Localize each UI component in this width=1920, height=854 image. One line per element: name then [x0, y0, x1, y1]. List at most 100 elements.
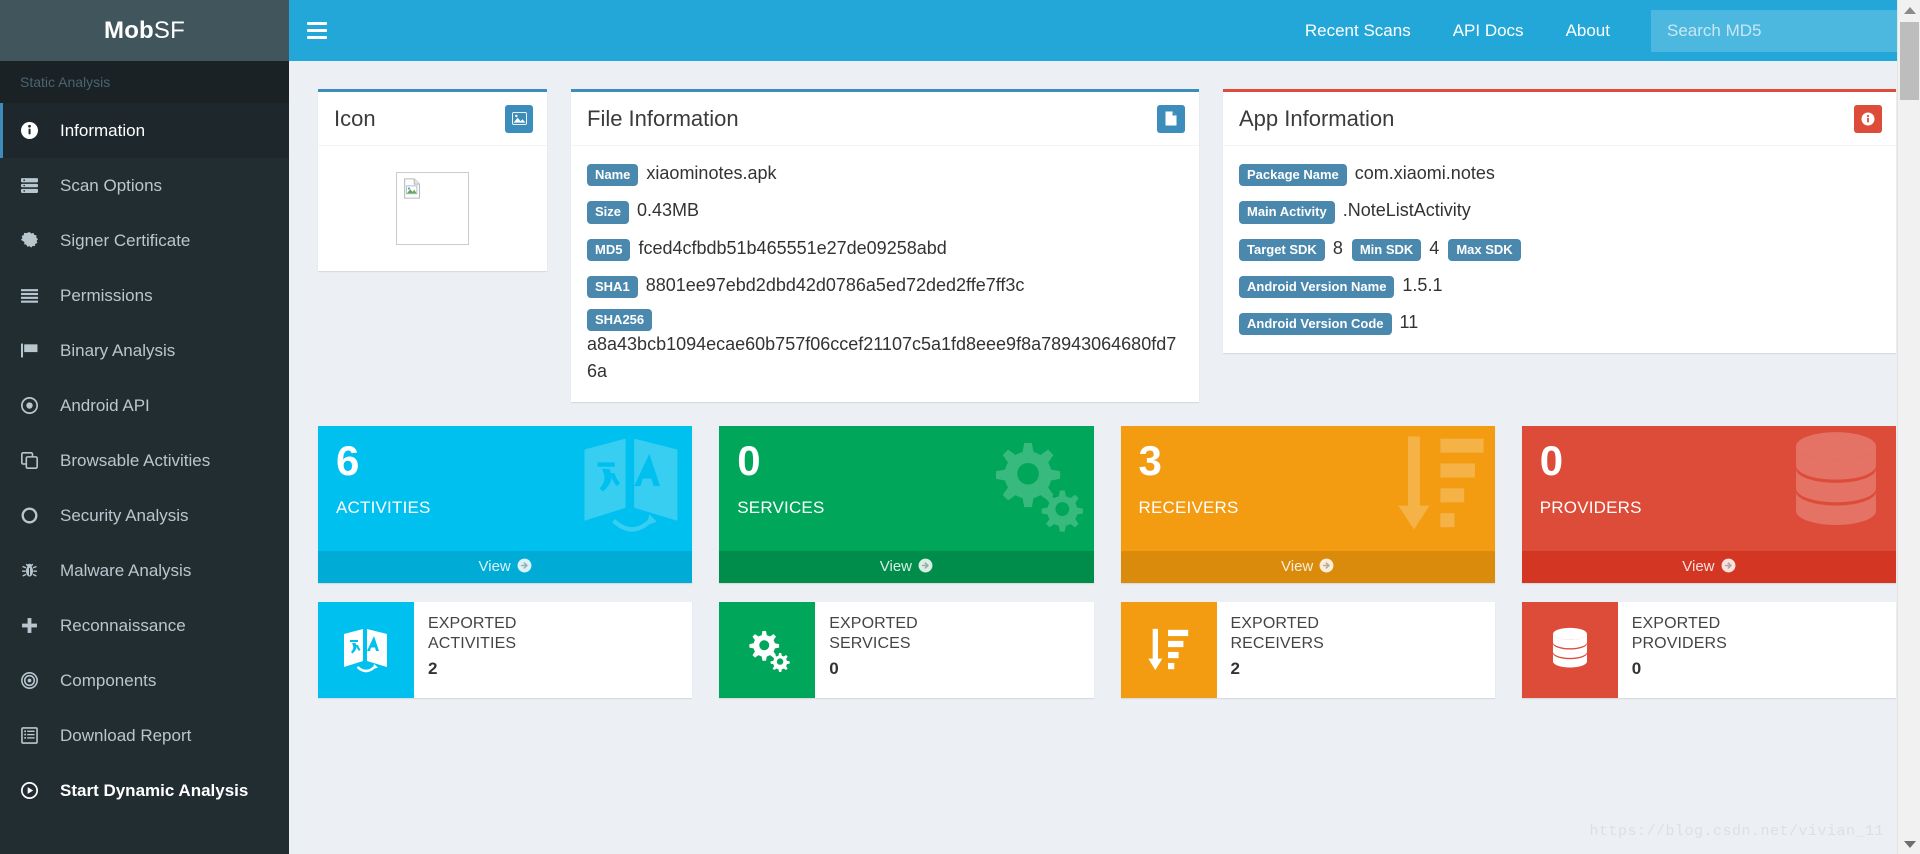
- exported-tile-line2: SERVICES: [829, 635, 911, 653]
- exported-tile-services[interactable]: EXPORTED SERVICES 0: [719, 601, 1094, 698]
- stat-tile-view-link[interactable]: View: [318, 550, 693, 583]
- flag-icon: [21, 342, 47, 359]
- topnav-link-recent-scans[interactable]: Recent Scans: [1284, 0, 1432, 61]
- stat-tile-view-link[interactable]: View: [1120, 550, 1495, 583]
- file-info-tag: SHA256: [587, 309, 653, 332]
- sidebar-item-components[interactable]: Components: [0, 653, 289, 708]
- image-icon: [505, 104, 533, 133]
- stat-tile-view-link[interactable]: View: [1521, 550, 1896, 583]
- app-info-value: com.xiaomi.notes: [1354, 163, 1495, 183]
- brand-bold: Mob: [104, 16, 154, 44]
- exported-tile-line2: RECEIVERS: [1230, 635, 1324, 653]
- sidebar-item-malware-analysis[interactable]: Malware Analysis: [0, 543, 289, 598]
- search-wrapper: [1651, 9, 1902, 52]
- sidebar-item-label: Browsable Activities: [60, 450, 211, 470]
- sidebar-item-label: Android API: [60, 395, 150, 415]
- exported-tile-number: 0: [829, 658, 839, 678]
- file-card-header: File Information: [571, 92, 1199, 146]
- sidebar-item-binary-analysis[interactable]: Binary Analysis: [0, 323, 289, 378]
- stat-tile-body: 0 PROVIDERS: [1522, 426, 1896, 551]
- sidebar-item-reconnaissance[interactable]: Reconnaissance: [0, 598, 289, 653]
- stat-tile-providers[interactable]: 0 PROVIDERS View: [1521, 425, 1896, 583]
- menu-toggle-icon[interactable]: [289, 0, 341, 61]
- exported-tile-line1: EXPORTED: [428, 614, 517, 632]
- top-nav-links: Recent Scans API Docs About: [1284, 0, 1631, 61]
- stat-tile-label: RECEIVERS: [1138, 497, 1239, 517]
- app-info-row: Main Activity .NoteListActivity: [1239, 197, 1880, 224]
- exported-tile-receivers[interactable]: EXPORTED RECEIVERS 2: [1120, 601, 1495, 698]
- sidebar-item-download-report[interactable]: Download Report: [0, 708, 289, 763]
- play-circle-icon: [21, 782, 47, 799]
- exported-tile-number: 0: [1631, 658, 1642, 678]
- server-icon: [21, 177, 47, 194]
- app-information-card: App Information Package Name com.xiaomi.n…: [1223, 89, 1896, 354]
- file-info-row: Name xiaominotes.apk: [587, 160, 1183, 187]
- search-input[interactable]: [1651, 9, 1902, 52]
- arrow-circle-right-icon: [1721, 558, 1736, 576]
- bug-icon: [21, 562, 47, 579]
- exported-tile-providers[interactable]: EXPORTED PROVIDERS 0: [1521, 601, 1896, 698]
- topnav-link-api-docs[interactable]: API Docs: [1432, 0, 1545, 61]
- sidebar-item-permissions[interactable]: Permissions: [0, 268, 289, 323]
- sidebar-item-browsable-activities[interactable]: Browsable Activities: [0, 433, 289, 488]
- target-sdk-value: 8: [1332, 237, 1343, 258]
- sidebar-item-start-dynamic-analysis[interactable]: Start Dynamic Analysis: [0, 763, 289, 818]
- exported-tile-line1: EXPORTED: [829, 614, 918, 632]
- sidebar-item-android-api[interactable]: Android API: [0, 378, 289, 433]
- sidebar-item-label: Reconnaissance: [60, 615, 186, 635]
- stat-tile-view-link[interactable]: View: [719, 550, 1094, 583]
- sidebar-item-information[interactable]: Information: [0, 103, 289, 158]
- sidebar-item-label: Information: [60, 120, 146, 140]
- activities-icon: [318, 601, 414, 698]
- exported-tile-number: 2: [1230, 658, 1240, 678]
- target-sdk-tag: Target SDK: [1239, 238, 1325, 261]
- topnav-link-about[interactable]: About: [1545, 0, 1631, 61]
- scroll-down-arrow-icon[interactable]: [1898, 834, 1920, 854]
- app-info-value: .NoteListActivity: [1342, 200, 1471, 221]
- sidebar-scroll: Static Analysis Information Scan Options S…: [0, 61, 289, 854]
- exported-tile-line2: ACTIVITIES: [428, 635, 517, 653]
- sidebar-item-label: Security Analysis: [60, 505, 189, 525]
- app-info-tag: Android Version Name: [1239, 275, 1395, 299]
- file-info-row: Size 0.43MB: [587, 197, 1183, 224]
- app-info-row: Android Version Name 1.5.1: [1239, 272, 1880, 299]
- scrollbar-thumb[interactable]: [1900, 22, 1919, 100]
- exported-tile-body: EXPORTED ACTIVITIES 2: [414, 602, 692, 698]
- exported-tiles-row: EXPORTED ACTIVITIES 2 EXPORTED SERVICES …: [318, 601, 1896, 698]
- brand-logo[interactable]: Mob SF: [0, 0, 289, 61]
- app-info-value: 1.5.1: [1402, 274, 1443, 295]
- exported-tile-body: EXPORTED PROVIDERS 0: [1618, 602, 1896, 698]
- clone-icon: [21, 452, 47, 469]
- bullseye-icon: [21, 672, 47, 689]
- page-scrollbar[interactable]: [1897, 0, 1920, 854]
- stat-tile-receivers[interactable]: 3 RECEIVERS View: [1120, 425, 1495, 583]
- sidebar-item-label: Components: [60, 670, 157, 690]
- stat-tile-activities[interactable]: 6 ACTIVITIES View: [318, 425, 693, 583]
- sidebar-item-signer-certificate[interactable]: Signer Certificate: [0, 213, 289, 268]
- stat-tile-number: 6: [336, 436, 360, 484]
- hamburger-bar: [307, 29, 327, 32]
- exported-tile-activities[interactable]: EXPORTED ACTIVITIES 2: [318, 601, 693, 698]
- report-icon: [21, 727, 47, 744]
- file-info-row: SHA256 a8a43bcb1094ecae60b757f06ccef21107…: [587, 309, 1183, 383]
- app-info-row: Android Version Code 11: [1239, 309, 1880, 336]
- stat-tile-services[interactable]: 0 SERVICES View: [719, 425, 1094, 583]
- sidebar-item-label: Signer Certificate: [60, 230, 191, 250]
- gears-icon: [719, 601, 816, 698]
- sidebar-item-security-analysis[interactable]: Security Analysis: [0, 488, 289, 543]
- app-card-header: App Information: [1223, 92, 1896, 146]
- file-info-row: MD5 fced4cfbdb51b465551e27de09258abd: [587, 235, 1183, 261]
- file-info-value: 0.43MB: [637, 200, 700, 221]
- file-info-tag: SHA1: [587, 275, 638, 299]
- database-icon: [1521, 601, 1618, 698]
- sidebar-item-scan-options[interactable]: Scan Options: [0, 158, 289, 213]
- hamburger-bar: [307, 36, 327, 39]
- stat-tile-label: ACTIVITIES: [336, 497, 431, 517]
- scroll-up-arrow-icon[interactable]: [1898, 0, 1920, 20]
- arrow-circle-right-icon: [1319, 558, 1334, 576]
- sidebar: Mob SF Static Analysis Information Scan Op…: [0, 0, 289, 854]
- icon-card: Icon: [318, 89, 547, 271]
- sdk-info-row: Target SDK 8 Min SDK 4 Max SDK: [1239, 235, 1880, 261]
- file-info-value: xiaominotes.apk: [646, 163, 777, 183]
- icon-card-title: Icon: [334, 105, 376, 131]
